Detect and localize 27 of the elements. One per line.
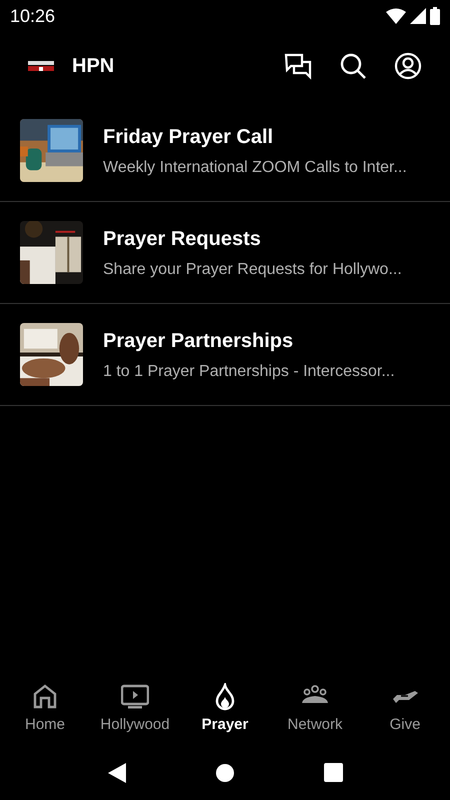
tv-icon (121, 683, 149, 712)
search-icon[interactable] (339, 52, 367, 80)
item-subtitle: Share your Prayer Requests for Hollywo... (103, 260, 402, 280)
nav-tab[interactable]: Home (0, 675, 90, 745)
logo-icon (28, 61, 54, 71)
wifi-icon (386, 8, 406, 24)
item-title: Friday Prayer Call (103, 124, 274, 150)
home-button-icon[interactable] (216, 764, 234, 782)
nav-tab[interactable]: Network (270, 675, 360, 745)
list-item[interactable]: Prayer Requests Share your Prayer Requests for Hollywo... (0, 202, 450, 304)
app-title: HPN (72, 54, 114, 79)
status-time: 10:26 (10, 4, 56, 28)
back-icon[interactable] (108, 762, 126, 782)
profile-icon[interactable] (394, 52, 422, 80)
item-title: Prayer Partnerships (103, 328, 294, 354)
item-subtitle: Weekly International ZOOM Calls to Inter... (103, 158, 407, 178)
list-item[interactable]: Prayer Partnerships 1 to 1 Prayer Partnerships - Intercessor... (0, 304, 450, 406)
nav-tab[interactable]: Hollywood (90, 675, 180, 745)
recents-icon[interactable] (324, 763, 342, 782)
list-item[interactable]: Friday Prayer Call Weekly International ZOOM Calls to Inter... (0, 100, 450, 202)
item-title: Prayer Requests (103, 226, 262, 252)
chat-icon[interactable] (284, 52, 312, 80)
nav-tab[interactable]: Give (360, 675, 450, 745)
item-subtitle: 1 to 1 Prayer Partnerships - Intercessor... (103, 362, 395, 382)
signal-icon (410, 8, 426, 24)
battery-icon (430, 7, 440, 25)
nav-tab[interactable]: Prayer (180, 675, 270, 745)
